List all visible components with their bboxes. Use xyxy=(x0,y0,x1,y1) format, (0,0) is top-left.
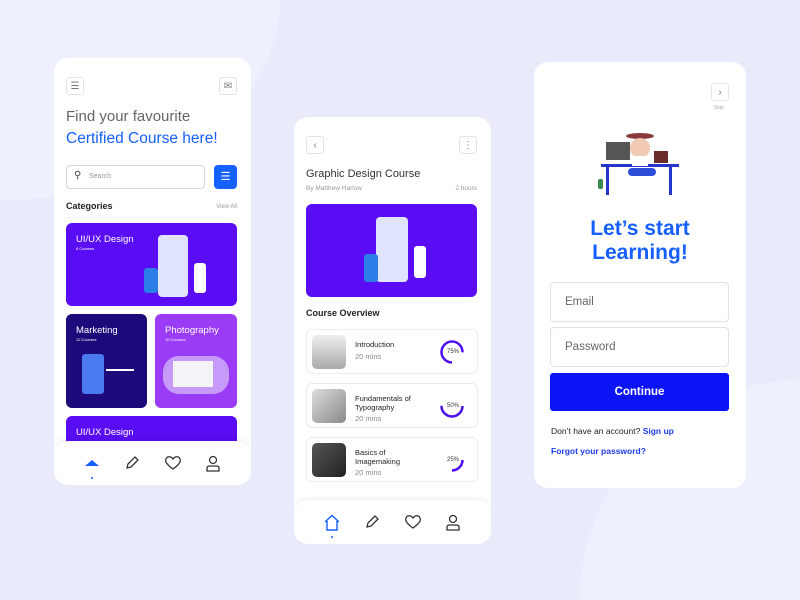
nav-edit[interactable] xyxy=(121,452,143,474)
person-figure xyxy=(144,268,158,293)
back-button[interactable]: ‹ xyxy=(306,136,324,154)
chevron-right-icon: › xyxy=(718,86,722,98)
user-icon xyxy=(446,514,460,531)
search-placeholder: Search xyxy=(89,173,112,180)
signup-prompt: Don’t have an account? Sign up xyxy=(551,426,674,436)
home-icon xyxy=(324,514,340,531)
login-screen: › Skip Let’s start Learning! Email Passw… xyxy=(534,62,746,488)
lesson-item[interactable]: Introduction 20 mins 75% xyxy=(306,329,478,374)
lesson-title: Basics of Imagemaking xyxy=(355,448,401,466)
lesson-thumbnail xyxy=(312,335,346,369)
banner-illustration xyxy=(376,217,408,282)
pencil-icon xyxy=(126,456,140,469)
person-figure xyxy=(194,263,206,293)
progress-label: 75% xyxy=(446,349,459,355)
headline-line1: Let’s start xyxy=(590,217,690,240)
lesson-thumbnail xyxy=(312,389,346,423)
course-title: Graphic Design Course xyxy=(306,168,421,180)
person-figure xyxy=(414,246,426,278)
nav-profile[interactable] xyxy=(442,511,464,533)
skip-button[interactable]: › xyxy=(711,83,729,101)
category-count: 12 Courses xyxy=(76,337,97,342)
menu-icon[interactable]: ☰ xyxy=(66,77,84,95)
course-author: By Matthew Harlow xyxy=(306,185,362,192)
headline-line2: Learning! xyxy=(592,241,688,264)
uiux-illustration xyxy=(158,235,188,297)
progress-label: 50% xyxy=(446,403,459,409)
nav-profile[interactable] xyxy=(202,452,224,474)
lesson-item[interactable]: Fundamentals of Typography 20 mins 50% xyxy=(306,383,478,428)
pencil-icon xyxy=(366,515,380,528)
progress-label: 25% xyxy=(446,457,459,463)
lesson-item[interactable]: Basics of Imagemaking 20 mins 25% xyxy=(306,437,478,482)
desk xyxy=(106,369,134,371)
nav-favorites[interactable] xyxy=(162,452,184,474)
nav-edit[interactable] xyxy=(361,511,383,533)
category-title: UI/UX Design xyxy=(76,234,134,245)
nav-favorites[interactable] xyxy=(402,511,424,533)
headline-line2: Certified Course here! xyxy=(66,130,218,147)
email-field[interactable]: Email xyxy=(550,282,729,322)
backdrop xyxy=(173,361,213,387)
signup-link[interactable]: Sign up xyxy=(643,426,674,436)
lesson-title: Introduction xyxy=(355,340,395,349)
category-title: Marketing xyxy=(76,325,118,336)
category-count: 10 Courses xyxy=(165,337,186,342)
sliders-icon: ☰ xyxy=(220,171,231,183)
search-icon: ⚲ xyxy=(74,170,82,181)
marketing-illustration xyxy=(82,354,104,394)
chevron-left-icon: ‹ xyxy=(313,139,317,151)
person-figure xyxy=(364,254,378,282)
lesson-length: 20 mins xyxy=(355,352,382,361)
home-screen: ☰ ✉ Find your favourite Certified Course… xyxy=(54,58,251,485)
category-title: Photography xyxy=(165,325,219,336)
password-field[interactable]: Password xyxy=(550,327,729,367)
course-detail-screen: ‹ ⋮ Graphic Design Course By Matthew Har… xyxy=(294,117,491,544)
categories-label: Categories xyxy=(66,201,113,211)
view-all-link[interactable]: View All xyxy=(216,204,237,210)
bottom-nav xyxy=(294,500,491,544)
skip-label[interactable]: Skip xyxy=(714,105,724,111)
user-icon xyxy=(206,455,220,472)
nav-home[interactable] xyxy=(81,452,103,479)
forgot-password-link[interactable]: Forgot your password? xyxy=(551,446,646,456)
category-card-photography[interactable]: Photography 10 Courses xyxy=(155,314,237,408)
home-icon xyxy=(85,460,100,466)
learning-illustration xyxy=(598,133,679,195)
continue-button[interactable]: Continue xyxy=(550,373,729,411)
more-vertical-icon: ⋮ xyxy=(463,139,473,151)
mail-icon[interactable]: ✉ xyxy=(219,77,237,95)
more-button[interactable]: ⋮ xyxy=(459,136,477,154)
course-duration: 2 hours xyxy=(455,185,477,192)
nav-home[interactable] xyxy=(321,511,343,538)
category-title: UI/UX Design xyxy=(76,427,134,438)
heart-icon xyxy=(164,456,181,470)
search-input[interactable]: ⚲ Search xyxy=(66,165,205,189)
lesson-length: 20 mins xyxy=(355,414,382,423)
filter-button[interactable]: ☰ xyxy=(214,165,237,189)
heart-icon xyxy=(404,515,421,529)
headline: Let’s start Learning! xyxy=(534,217,746,265)
bottom-nav xyxy=(54,441,251,485)
lesson-length: 20 mins xyxy=(355,468,382,477)
lesson-title: Fundamentals of Typography xyxy=(355,394,411,412)
category-card-uiux[interactable]: UI/UX Design 8 Courses xyxy=(66,223,237,306)
category-count: 8 Courses xyxy=(76,246,95,251)
category-card-marketing[interactable]: Marketing 12 Courses xyxy=(66,314,147,408)
overview-label: Course Overview xyxy=(306,308,380,318)
no-account-text: Don’t have an account? xyxy=(551,426,641,436)
lesson-thumbnail xyxy=(312,443,346,477)
headline-line1: Find your favourite xyxy=(66,108,191,125)
course-banner xyxy=(306,204,477,297)
